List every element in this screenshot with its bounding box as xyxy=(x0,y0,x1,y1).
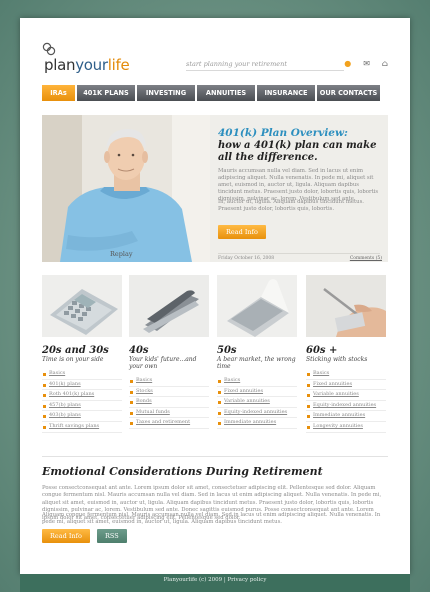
list-item[interactable]: Fixed annuities xyxy=(306,380,386,391)
list-item[interactable]: Basics xyxy=(42,369,122,380)
header-icons: ● ✉ ⌂ xyxy=(344,60,388,68)
list-item[interactable]: Thrift savings plans xyxy=(42,422,122,433)
nav-item-iras[interactable]: IRAs xyxy=(42,85,75,101)
list-item[interactable]: Basics xyxy=(217,376,297,387)
rss-button[interactable]: RSS xyxy=(97,529,127,543)
article-paragraph-2: Aliquam congue fermentum nisl. Mauris ac… xyxy=(42,512,381,526)
hero-comments-link[interactable]: Comments (5) xyxy=(350,256,382,261)
column-subheading: Sticking with stocks xyxy=(306,356,368,363)
nav-item-investing[interactable]: INVESTING xyxy=(137,85,195,101)
hero-read-info-button[interactable]: Read Info xyxy=(218,225,266,239)
list-item[interactable]: Basics xyxy=(306,369,386,380)
hero-photo xyxy=(42,115,210,262)
hero-banner: Replay 401(k) Plan Overview: how a 401(k… xyxy=(42,115,388,262)
list-item[interactable]: Immediate annuities xyxy=(217,418,297,429)
list-item[interactable]: Bonds xyxy=(129,397,209,408)
column-20s-30s: 20s and 30s Time is on your side Basics … xyxy=(42,275,122,433)
nav-item-401k-plans[interactable]: 401K PLANS xyxy=(77,85,135,101)
article-read-info-button[interactable]: Read Info xyxy=(42,529,90,543)
list-item[interactable]: Equity-indexed annuities xyxy=(217,408,297,419)
list-item[interactable]: Roth 401(k) plans xyxy=(42,390,122,401)
adding-machine-image xyxy=(217,275,297,337)
page-container: planyourlife start planning your retirem… xyxy=(20,18,410,574)
nav-item-annuities[interactable]: ANNUITIES xyxy=(197,85,255,101)
list-item[interactable]: Variable annuities xyxy=(217,397,297,408)
site-footer: Planyourlife (c) 2009 | Privacy policy xyxy=(20,574,410,592)
logo-part-life: life xyxy=(107,56,130,74)
hero-title: 401(k) Plan Overview: xyxy=(218,127,348,139)
logo-part-plan: plan xyxy=(44,56,76,74)
hero-divider xyxy=(218,253,380,254)
nav-item-our-contacts[interactable]: OUR CONTACTS xyxy=(317,85,380,101)
column-subheading: A bear market, the wrong time xyxy=(217,356,296,370)
column-heading: 60s + xyxy=(306,345,338,356)
list-item[interactable]: 403(b) plans xyxy=(42,411,122,422)
home-icon[interactable]: ● xyxy=(344,60,351,68)
column-40s: 40s Your kids' future...and your own Bas… xyxy=(129,275,209,429)
list-item[interactable]: Fixed annuities xyxy=(217,387,297,398)
column-links: Basics Fixed annuities Variable annuitie… xyxy=(217,376,297,429)
column-links: Basics 401(k) plans Roth 401(k) plans 45… xyxy=(42,369,122,433)
column-heading: 50s xyxy=(217,345,237,356)
logo-part-your: your xyxy=(75,56,108,74)
main-nav: IRAs 401K PLANS INVESTING ANNUITIES INSU… xyxy=(42,85,380,101)
calculator-image xyxy=(42,275,122,337)
column-links: Basics Stocks Bonds Mutual funds Taxes a… xyxy=(129,376,209,429)
column-heading: 40s xyxy=(129,345,149,356)
list-item[interactable]: Mutual funds xyxy=(129,408,209,419)
writing-hand-image xyxy=(306,275,386,337)
column-50s: 50s A bear market, the wrong time Basics… xyxy=(217,275,297,429)
column-subheading: Time is on your side xyxy=(42,356,104,363)
column-60s: 60s + Sticking with stocks Basics Fixed … xyxy=(306,275,386,433)
list-item[interactable]: Taxes and retirement xyxy=(129,418,209,429)
nav-item-insurance[interactable]: INSURANCE xyxy=(257,85,315,101)
list-item[interactable]: Basics xyxy=(129,376,209,387)
hero-date: Friday October 16, 2008 xyxy=(218,256,275,261)
article-title: Emotional Considerations During Retireme… xyxy=(42,465,323,478)
site-logo[interactable]: planyourlife xyxy=(44,56,130,74)
hero-paragraph-1: Mauris accumsan nulla vel diam. Sed in l… xyxy=(218,168,379,202)
list-item[interactable]: 401(k) plans xyxy=(42,380,122,391)
section-divider xyxy=(42,456,388,457)
stapler-image xyxy=(129,275,209,337)
list-item[interactable]: 457(b) plans xyxy=(42,401,122,412)
column-links: Basics Fixed annuities Variable annuitie… xyxy=(306,369,386,433)
column-subheading: Your kids' future...and your own xyxy=(129,356,197,370)
list-item[interactable]: Stocks xyxy=(129,387,209,398)
hero-paragraph-2: In, auctor ut, ligula. Aliquam dapibus t… xyxy=(218,199,364,212)
column-heading: 20s and 30s xyxy=(42,345,109,356)
sitemap-icon[interactable]: ⌂ xyxy=(382,60,388,68)
list-item[interactable]: Longevity annuities xyxy=(306,422,386,433)
site-tagline: start planning your retirement xyxy=(186,60,344,71)
hero-subtitle: how a 401(k) plan can make all the diffe… xyxy=(218,140,377,163)
list-item[interactable]: Immediate annuities xyxy=(306,411,386,422)
list-item[interactable]: Variable annuities xyxy=(306,390,386,401)
logo-icon xyxy=(42,42,56,56)
replay-link[interactable]: Replay xyxy=(110,250,133,258)
contact-icon[interactable]: ✉ xyxy=(363,60,370,68)
list-item[interactable]: Equity-indexed annuities xyxy=(306,401,386,412)
